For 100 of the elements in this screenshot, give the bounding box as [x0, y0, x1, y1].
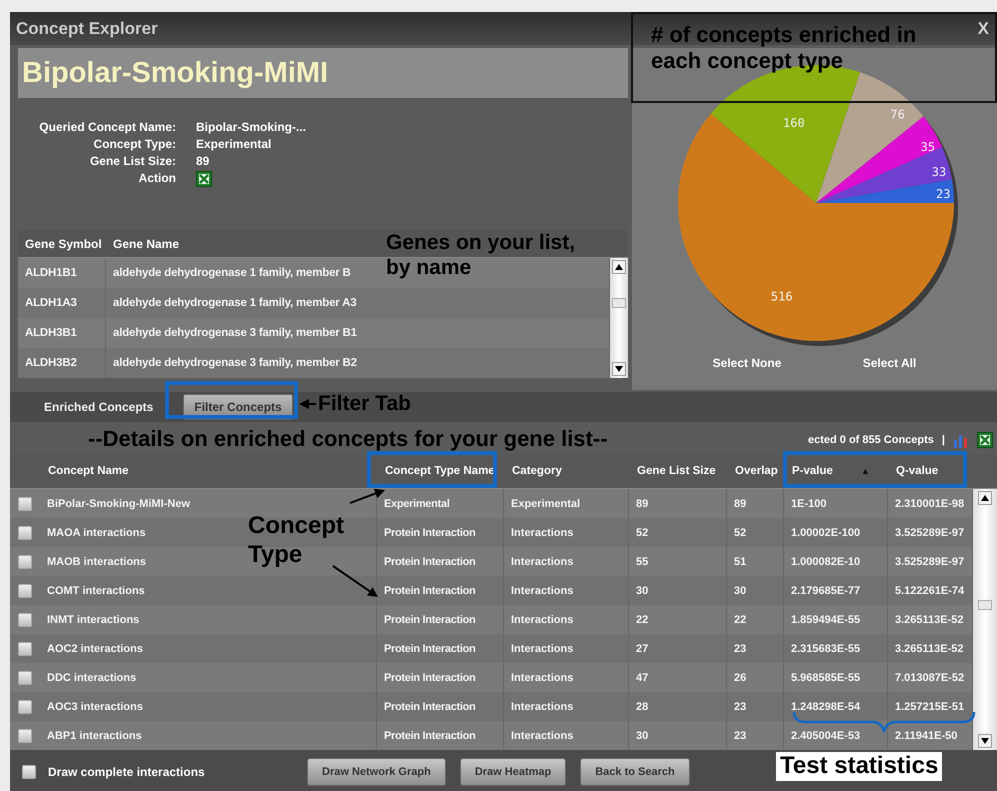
table-cell: 22 — [636, 614, 648, 626]
select-link[interactable]: Select None — [710, 354, 784, 372]
table-cell: Interactions — [511, 614, 574, 626]
row-checkbox[interactable] — [18, 642, 32, 656]
arrow — [350, 488, 385, 504]
table-cell: DDC interactions — [47, 672, 136, 684]
row-checkbox[interactable] — [18, 554, 32, 568]
column-header[interactable]: Concept Type Name — [385, 465, 495, 477]
table-cell: 3.525289E-97 — [895, 556, 964, 568]
column-header[interactable]: Gene Symbol — [25, 236, 102, 250]
row-checkbox[interactable] — [18, 496, 32, 510]
arrow — [332, 565, 378, 597]
arrow — [299, 399, 316, 409]
table-cell: 1.859494E-55 — [791, 614, 860, 626]
concept-title: Bipolar-Smoking-MiMI — [18, 48, 628, 98]
scroll-down-button[interactable] — [612, 362, 626, 376]
slice-label: 76 — [890, 108, 905, 122]
detail-label: Concept Type: — [92, 137, 176, 151]
table-cell: 51 — [734, 556, 746, 568]
table-cell: Protein Interaction — [384, 614, 476, 626]
row-checkbox[interactable] — [18, 612, 32, 626]
select-link[interactable]: Select All — [860, 354, 918, 372]
detail-value: 89 — [196, 154, 210, 168]
table-cell: 1.000082E-10 — [791, 556, 860, 568]
scroll-up-button[interactable] — [978, 491, 992, 505]
table-cell: 1.248298E-54 — [791, 700, 860, 712]
table-cell: Interactions — [511, 700, 574, 712]
spreadsheet-icon[interactable] — [977, 432, 993, 448]
table-cell: aldehyde dehydrogenase 1 family, member B — [113, 267, 351, 279]
scrollbar[interactable] — [610, 258, 628, 378]
annotation-text: Filter Tab — [318, 391, 411, 416]
table-cell: ALDH3B1 — [25, 327, 77, 339]
detail-label: Queried Concept Name: — [38, 120, 176, 134]
table-cell: 5.122261E-74 — [895, 584, 964, 596]
action-button[interactable]: Back to Search — [580, 758, 690, 786]
action-button[interactable]: Draw Network Graph — [307, 758, 446, 786]
table-cell: 22 — [734, 614, 746, 626]
table-cell: 2.310001E-98 — [895, 498, 964, 510]
table-cell: MAOB interactions — [47, 556, 146, 568]
table-cell: 52 — [734, 526, 746, 538]
table-cell: 55 — [636, 556, 648, 568]
table-cell: aldehyde dehydrogenase 3 family, member B2 — [113, 357, 357, 369]
scrollbar[interactable] — [973, 489, 997, 750]
row-checkbox[interactable] — [18, 700, 32, 714]
row-checkbox[interactable] — [18, 728, 32, 742]
table-cell: aldehyde dehydrogenase 3 family, member B1 — [113, 327, 357, 339]
table-cell: 2.405004E-53 — [791, 730, 860, 742]
table-cell: 47 — [636, 672, 648, 684]
spreadsheet-icon[interactable] — [196, 171, 212, 187]
table-cell: aldehyde dehydrogenase 1 family, member A3 — [113, 297, 356, 309]
table-cell: 28 — [636, 700, 648, 712]
column-header[interactable]: Concept Name — [48, 465, 129, 477]
annotation-text: --Details on enriched concepts for your gene list-- — [88, 426, 608, 452]
slice-label: 160 — [783, 116, 805, 130]
table-cell: ALDH1B1 — [25, 267, 77, 279]
row-checkbox[interactable] — [18, 526, 32, 540]
table-cell: 52 — [636, 526, 648, 538]
checkbox[interactable] — [22, 764, 36, 778]
column-header[interactable]: Overlap — [735, 465, 778, 477]
row-checkbox[interactable] — [18, 584, 32, 598]
table-cell: ALDH3B2 — [25, 357, 77, 369]
table-cell: Protein Interaction — [384, 526, 476, 538]
up-arrow-icon — [615, 264, 623, 270]
table-cell: 1.00002E-100 — [791, 526, 860, 538]
table-cell: COMT interactions — [47, 584, 145, 596]
down-arrow-icon — [981, 738, 989, 744]
table-cell: INMT interactions — [47, 614, 140, 626]
table-cell: Protein Interaction — [384, 556, 476, 568]
tab[interactable]: Enriched Concepts — [34, 395, 164, 419]
sort-indicator: ▲ — [860, 466, 870, 476]
table-cell: 23 — [734, 642, 746, 654]
column-header[interactable]: Gene List Size — [637, 465, 716, 477]
up-arrow-icon — [981, 495, 989, 501]
slice-label: 33 — [932, 164, 946, 179]
column-header[interactable]: Q-value — [896, 465, 938, 477]
scroll-thumb[interactable] — [978, 600, 992, 610]
table-cell: Protein Interaction — [384, 700, 476, 712]
column-header[interactable]: Gene Name — [113, 236, 180, 250]
table-cell: 1E-100 — [791, 498, 826, 510]
close-button[interactable]: X — [976, 18, 991, 38]
detail-label: Action — [138, 171, 176, 187]
scroll-down-button[interactable] — [978, 734, 992, 748]
slice-label: 516 — [770, 289, 793, 304]
table-cell: 30 — [636, 730, 648, 742]
slice-label: 23 — [936, 186, 950, 201]
table-cell: 2.179685E-77 — [791, 584, 860, 596]
down-arrow-icon — [615, 366, 623, 372]
table-cell: 2.11941E-50 — [895, 730, 958, 742]
window-title: Concept Explorer — [16, 18, 158, 38]
table-cell: 30 — [636, 584, 648, 596]
table-cell: Interactions — [511, 556, 574, 568]
column-header[interactable]: P-value — [792, 465, 833, 477]
scroll-thumb[interactable] — [612, 298, 626, 308]
checkbox-label: Draw complete interactions — [48, 764, 206, 778]
table-cell: 2.315683E-55 — [791, 642, 860, 654]
column-header[interactable]: Category — [512, 465, 562, 477]
table-cell: ABP1 interactions — [47, 730, 142, 742]
scroll-up-button[interactable] — [612, 260, 626, 274]
action-button[interactable]: Draw Heatmap — [460, 758, 566, 786]
row-checkbox[interactable] — [18, 670, 32, 684]
